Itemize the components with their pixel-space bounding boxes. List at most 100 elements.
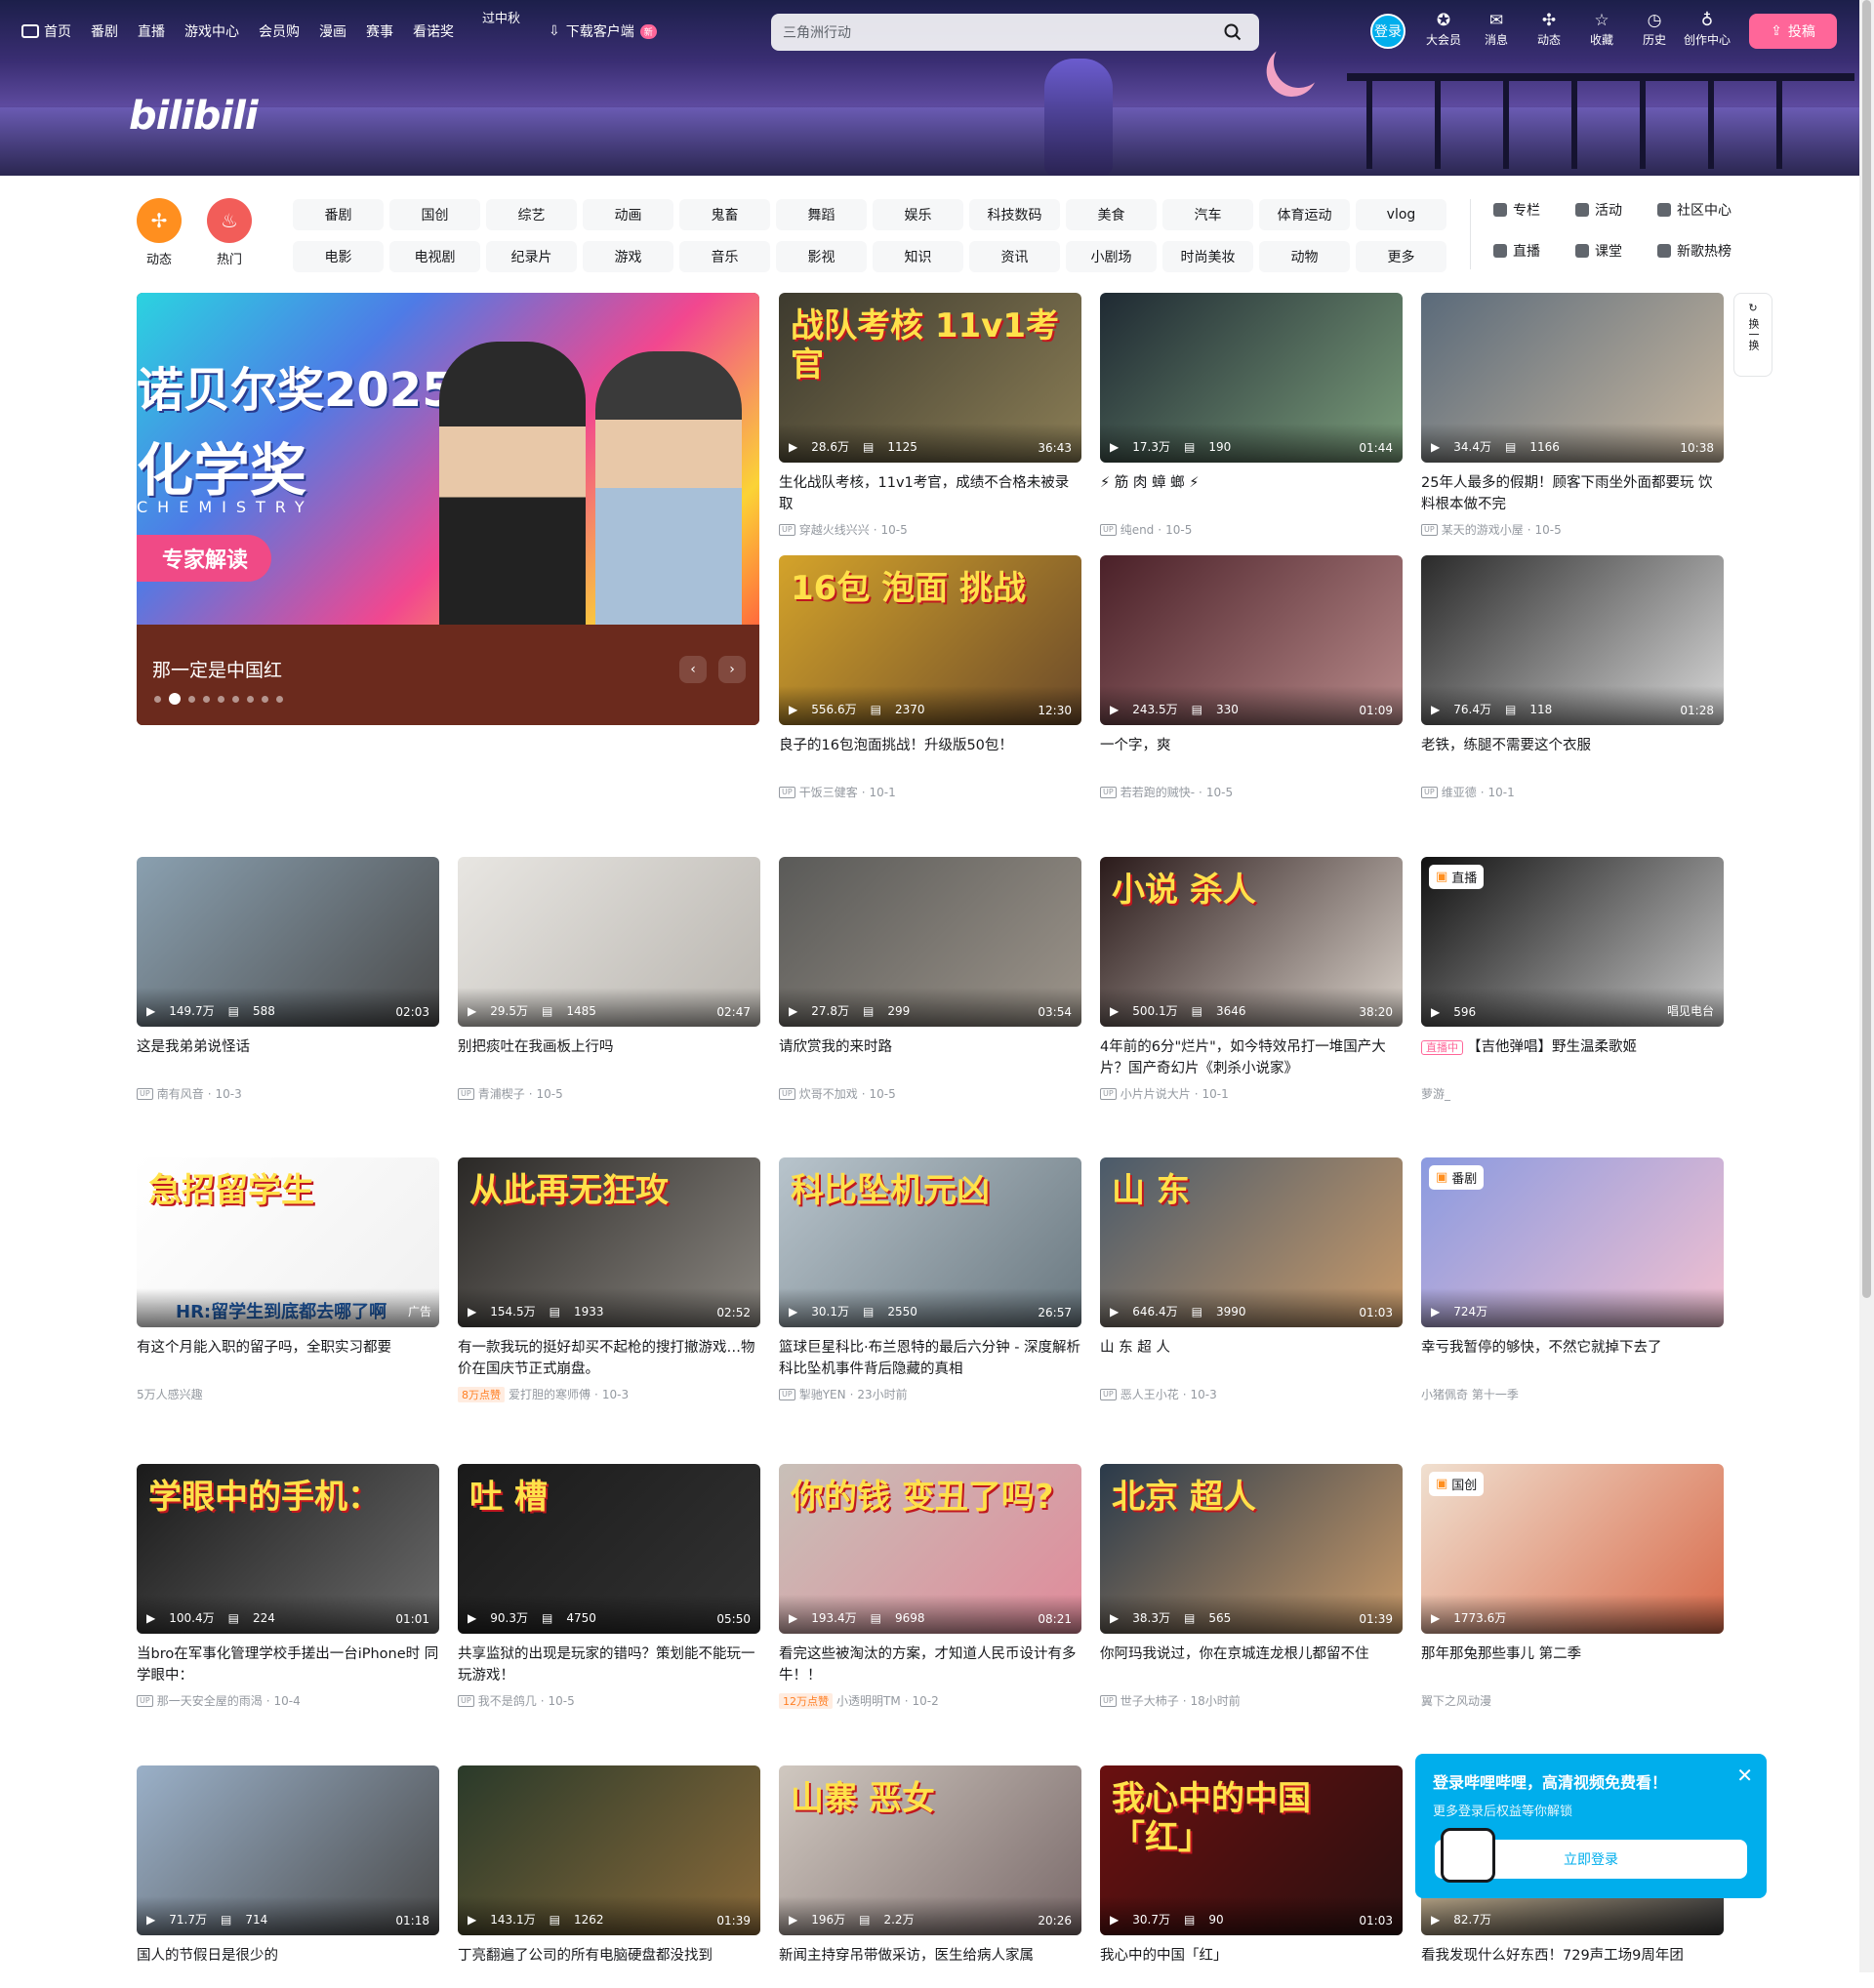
download-client-link[interactable]: ⇩ 下载客户端 新 [549,21,657,41]
video-card[interactable]: 急招留学生HR:留学生到底都去哪了啊广告有这个月能入职的留子吗，全职实习都要 5万… [137,1157,439,1402]
video-title[interactable]: ⚡ 筋 肉 蟑 螂 ⚡ [1100,472,1403,515]
video-meta[interactable]: UP 纯end · 10-5 [1100,521,1403,538]
side-link-class[interactable]: 课堂 [1575,242,1651,260]
side-link-activity[interactable]: 活动 [1575,201,1651,219]
carousel-dot[interactable] [203,695,210,703]
video-card[interactable]: ▶ 243.5万 ▤ 330 01:09 一个字，爽 UP 若若跑的贼快- · 10-5 [1100,555,1403,800]
search-input[interactable] [783,24,1193,40]
category-21[interactable]: 时尚美妆 [1162,241,1253,272]
category-7[interactable]: 科技数码 [969,199,1060,230]
video-thumbnail[interactable]: 我心中的中国「红」 ▶ 30.7万 ▤ 90 01:03 [1100,1765,1403,1935]
side-link-column[interactable]: 专栏 [1493,201,1569,219]
video-title[interactable]: 你阿玛我说过，你在京城连龙根儿都留不住 [1100,1643,1403,1686]
carousel-dot[interactable] [247,695,254,703]
video-card[interactable]: 山 东 ▶ 646.4万 ▤ 3990 01:03 山 东 超 人 UP 恶人王小花 · 10-3 [1100,1157,1403,1402]
category-20[interactable]: 小剧场 [1066,241,1157,272]
video-card[interactable]: 我心中的中国「红」 ▶ 30.7万 ▤ 90 01:03 我心中的中国「红」 [1100,1765,1403,1988]
video-card[interactable]: 你的钱 变丑了吗? ▶ 193.4万 ▤ 9698 08:21 看完这些被淘汰的方案，才知道… [779,1464,1081,1709]
bilibili-logo[interactable]: bilibili [129,94,259,139]
video-title[interactable]: 丁亮翻遍了公司的所有电脑硬盘都没找到 [458,1945,760,1988]
category-14[interactable]: 纪录片 [486,241,577,272]
video-thumbnail[interactable]: ▶ 71.7万 ▤ 714 01:18 [137,1765,439,1935]
video-meta[interactable]: 翼下之风动漫 [1421,1692,1724,1709]
dynamic-entry[interactable]: ✣ 动态 [1523,10,1575,48]
video-title[interactable]: 共享监狱的出现是玩家的错吗？策划能不能玩一玩游戏！ [458,1643,760,1686]
video-title[interactable]: 一个字，爽 [1100,735,1403,778]
video-title[interactable]: 25年人最多的假期！顾客下雨坐外面都要玩 饮料根本做不完 [1421,472,1724,515]
video-meta[interactable]: UP 若若跑的贼快- · 10-5 [1100,784,1403,800]
side-link-live[interactable]: 直播 [1493,242,1569,260]
login-button[interactable]: 登录 [1370,14,1406,49]
video-card[interactable]: ▶ 71.7万 ▤ 714 01:18 国人的节假日是很少的 [137,1765,439,1988]
video-meta[interactable]: UP 世子大柿子 · 18小时前 [1100,1692,1403,1709]
video-title[interactable]: 看我发现什么好东西！729声工场9周年团 [1421,1945,1724,1988]
hero-carousel[interactable]: 诺贝尔奖2025 化学奖 CHEMISTRY 专家解读 那一定是中国红 ‹ › [137,293,759,725]
video-thumbnail[interactable]: ▶ 34.4万 ▤ 1166 10:38 [1421,293,1724,463]
video-thumbnail[interactable]: ▣ 国创 ▶ 1773.6万 [1421,1464,1724,1634]
video-thumbnail[interactable]: ▶ 243.5万 ▤ 330 01:09 [1100,555,1403,725]
video-meta[interactable]: UP 恶人王小花 · 10-3 [1100,1386,1403,1402]
video-thumbnail[interactable]: ▶ 149.7万 ▤ 588 02:03 [137,857,439,1027]
category-2[interactable]: 综艺 [486,199,577,230]
video-thumbnail[interactable]: 急招留学生HR:留学生到底都去哪了啊广告 [137,1157,439,1327]
video-card[interactable]: 山寨 恶女 ▶ 196万 ▤ 2.2万 20:26 新闻主持穿吊带做采访，医生给病人家属 [779,1765,1081,1988]
video-title[interactable]: 4年前的6分"烂片"，如今特效吊打一堆国产大片？国产奇幻片《刺杀小说家》 [1100,1036,1403,1079]
nav-anime[interactable]: 番剧 [91,21,118,41]
category-4[interactable]: 鬼畜 [679,199,770,230]
video-card[interactable]: ▶ 34.4万 ▤ 1166 10:38 25年人最多的假期！顾客下雨坐外面都要玩 饮料根… [1421,293,1724,538]
carousel-image[interactable]: 诺贝尔奖2025 化学奖 CHEMISTRY 专家解读 [137,293,759,625]
refresh-button[interactable]: ↻ 换一换 [1733,293,1772,377]
video-card[interactable]: ▶ 27.8万 ▤ 299 03:54 请欣赏我的来时路 UP 炊哥不加戏 · 10-5 [779,857,1081,1102]
category-22[interactable]: 动物 [1259,241,1350,272]
category-13[interactable]: 电视剧 [389,241,480,272]
video-card[interactable]: ▶ 76.4万 ▤ 118 01:28 老铁，练腿不需要这个衣服 UP 维亚德 · 10-1 [1421,555,1724,800]
message-entry[interactable]: ✉ 消息 [1470,10,1523,48]
video-thumbnail[interactable]: ▶ 76.4万 ▤ 118 01:28 [1421,555,1724,725]
video-thumbnail[interactable]: 北京 超人 ▶ 38.3万 ▤ 565 01:39 [1100,1464,1403,1634]
category-12[interactable]: 电影 [293,241,384,272]
video-title[interactable]: 国人的节假日是很少的 [137,1945,439,1988]
side-link-songs[interactable]: 新歌热榜 [1657,242,1733,260]
chevron-right-icon[interactable]: › [718,656,746,683]
video-thumbnail[interactable]: ▣ 番剧 ▶ 724万 [1421,1157,1724,1327]
nav-match[interactable]: 赛事 [366,21,393,41]
category-0[interactable]: 番剧 [293,199,384,230]
video-title[interactable]: 当bro在军事化管理学校手搓出一台iPhone时 同学眼中： [137,1643,439,1686]
video-meta[interactable]: UP 干饭三健客 · 10-1 [779,784,1081,800]
video-meta[interactable]: UP 某天的游戏小屋 · 10-5 [1421,521,1724,538]
carousel-dot-active[interactable] [169,693,181,705]
video-thumbnail[interactable]: ▶ 17.3万 ▤ 190 01:44 [1100,293,1403,463]
video-meta[interactable]: 萝游_ [1421,1085,1724,1102]
video-meta[interactable]: UP 炊哥不加戏 · 10-5 [779,1085,1081,1102]
video-title[interactable]: 有这个月能入职的留子吗，全职实习都要 [137,1337,439,1380]
video-thumbnail[interactable]: ▣ 直播 ▶ 596 唱见电台 [1421,857,1724,1027]
video-title[interactable]: 新闻主持穿吊带做采访，医生给病人家属 [779,1945,1081,1988]
video-card[interactable]: ▶ 29.5万 ▤ 1485 02:47 别把痰吐在我画板上行吗 UP 青浦楔子 · 10-5 [458,857,760,1102]
video-card[interactable]: ▣ 直播 ▶ 596 唱见电台直播中 【吉他弹唱】野生温柔歌姬萝游_ [1421,857,1724,1102]
carousel-dot[interactable] [188,695,195,703]
video-thumbnail[interactable]: ▶ 143.1万 ▤ 1262 01:39 [458,1765,760,1935]
favorite-entry[interactable]: ☆ 收藏 [1575,10,1628,48]
video-title[interactable]: 我心中的中国「红」 [1100,1945,1403,1988]
category-10[interactable]: 体育运动 [1259,199,1350,230]
video-title[interactable]: 山 东 超 人 [1100,1337,1403,1380]
video-title[interactable]: 良子的16包泡面挑战！升级版50包！ [779,735,1081,778]
scrollbar-thumb[interactable] [1862,0,1871,1298]
video-thumbnail[interactable]: 从此再无狂攻 ▶ 154.5万 ▤ 1933 02:52 [458,1157,760,1327]
video-title[interactable]: 直播中 【吉他弹唱】野生温柔歌姬 [1421,1036,1724,1079]
category-5[interactable]: 舞蹈 [776,199,867,230]
video-meta[interactable]: 5万人感兴趣 [137,1386,439,1402]
category-more[interactable]: 更多 [1356,241,1446,272]
search-icon[interactable] [1218,18,1247,47]
festival-label[interactable]: 过中秋 [482,8,520,26]
video-thumbnail[interactable]: ▶ 27.8万 ▤ 299 03:54 [779,857,1081,1027]
carousel-title[interactable]: 那一定是中国红 [152,656,282,682]
video-meta[interactable]: UP 我不是鸽几 · 10-5 [458,1692,760,1709]
video-meta[interactable]: UP 南有风音 · 10-3 [137,1085,439,1102]
video-title[interactable]: 老铁，练腿不需要这个衣服 [1421,735,1724,778]
video-thumbnail[interactable]: 山寨 恶女 ▶ 196万 ▤ 2.2万 20:26 [779,1765,1081,1935]
video-card[interactable]: 吐 槽 ▶ 90.3万 ▤ 4750 05:50 共享监狱的出现是玩家的错吗？策划能不能玩一… [458,1464,760,1709]
video-title[interactable]: 别把痰吐在我画板上行吗 [458,1036,760,1079]
video-card[interactable]: 战队考核 11v1考官 ▶ 28.6万 ▤ 1125 36:43 生化战队考核，11v1考官… [779,293,1081,538]
category-3[interactable]: 动画 [583,199,673,230]
